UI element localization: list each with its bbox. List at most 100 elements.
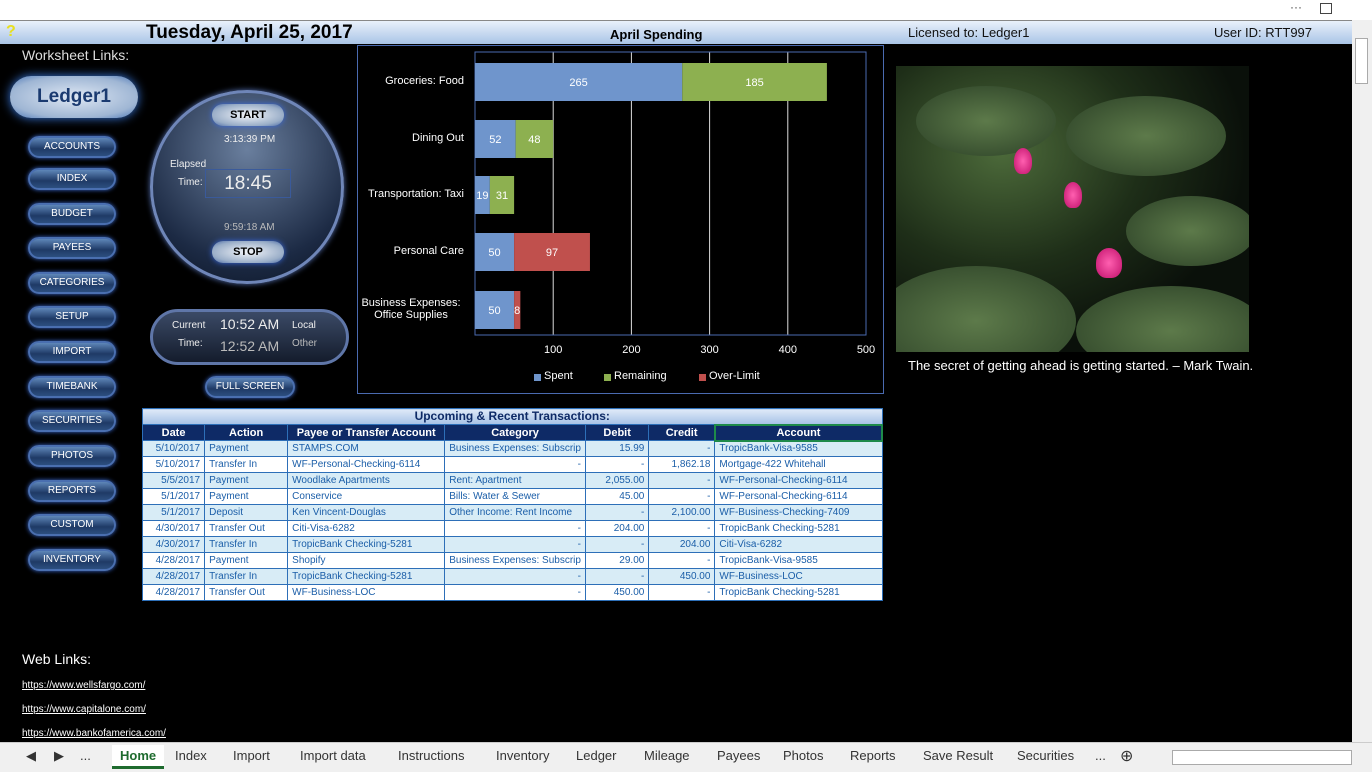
column-header[interactable]: Credit: [648, 424, 716, 441]
table-cell[interactable]: 29.00: [584, 552, 650, 569]
tab-import-data[interactable]: Import data: [300, 748, 366, 763]
nav-setup-button[interactable]: SETUP: [28, 306, 116, 328]
tab-home[interactable]: Home: [112, 745, 165, 769]
more-tabs-right[interactable]: ...: [1095, 748, 1106, 763]
table-cell[interactable]: 5/10/2017: [141, 456, 206, 473]
tab-import[interactable]: Import: [233, 748, 270, 763]
column-header[interactable]: Debit: [584, 424, 650, 441]
tab-securities[interactable]: Securities: [1017, 748, 1074, 763]
nav-budget-button[interactable]: BUDGET: [28, 203, 116, 225]
nav-reports-button[interactable]: REPORTS: [28, 480, 116, 502]
table-cell[interactable]: -: [584, 456, 650, 473]
table-cell[interactable]: Bills: Water & Sewer: [444, 488, 586, 505]
nav-timebank-button[interactable]: TIMEBANK: [28, 376, 116, 398]
table-cell[interactable]: Citi-Visa-6282: [287, 520, 446, 537]
table-cell[interactable]: WF-Personal-Checking-6114: [714, 472, 883, 489]
column-header[interactable]: Account: [713, 423, 884, 442]
table-cell[interactable]: 5/10/2017: [141, 440, 206, 457]
table-cell[interactable]: -: [648, 584, 716, 601]
nav-categories-button[interactable]: CATEGORIES: [28, 272, 116, 294]
table-cell[interactable]: Woodlake Apartments: [287, 472, 446, 489]
column-header[interactable]: Date: [141, 424, 206, 441]
table-cell[interactable]: -: [648, 440, 716, 457]
scroll-thumb[interactable]: [1355, 38, 1368, 84]
table-cell[interactable]: Ken Vincent-Douglas: [287, 504, 446, 521]
nav-custom-button[interactable]: CUSTOM: [28, 514, 116, 536]
table-cell[interactable]: Mortgage-422 Whitehall: [714, 456, 883, 473]
column-header[interactable]: Action: [204, 424, 289, 441]
full-screen-button[interactable]: FULL SCREEN: [205, 376, 295, 398]
tab-inventory[interactable]: Inventory: [496, 748, 549, 763]
table-cell[interactable]: 4/30/2017: [141, 536, 206, 553]
table-cell[interactable]: -: [444, 520, 586, 537]
tab-photos[interactable]: Photos: [783, 748, 823, 763]
table-cell[interactable]: TropicBank Checking-5281: [287, 568, 446, 585]
nav-securities-button[interactable]: SECURITIES: [28, 410, 116, 432]
web-link-bankofamerica[interactable]: https://www.bankofamerica.com/: [22, 728, 166, 739]
table-cell[interactable]: Transfer Out: [204, 520, 289, 537]
table-cell[interactable]: Payment: [204, 440, 289, 457]
table-cell[interactable]: Transfer Out: [204, 584, 289, 601]
table-cell[interactable]: -: [444, 568, 586, 585]
table-cell[interactable]: 5/1/2017: [141, 504, 206, 521]
web-link-wellsfargo[interactable]: https://www.wellsfargo.com/: [22, 680, 145, 691]
table-cell[interactable]: WF-Business-LOC: [287, 584, 446, 601]
table-cell[interactable]: -: [584, 536, 650, 553]
table-cell[interactable]: -: [444, 456, 586, 473]
table-cell[interactable]: Transfer In: [204, 568, 289, 585]
table-cell[interactable]: WF-Business-Checking-7409: [714, 504, 883, 521]
table-cell[interactable]: -: [648, 552, 716, 569]
table-cell[interactable]: Deposit: [204, 504, 289, 521]
column-header[interactable]: Payee or Transfer Account: [287, 424, 446, 441]
table-cell[interactable]: TropicBank-Visa-9585: [714, 440, 883, 457]
table-cell[interactable]: -: [648, 488, 716, 505]
table-cell[interactable]: 204.00: [648, 536, 716, 553]
tab-index[interactable]: Index: [175, 748, 207, 763]
web-link-capitalone[interactable]: https://www.capitalone.com/: [22, 704, 146, 715]
nav-payees-button[interactable]: PAYEES: [28, 237, 116, 259]
table-cell[interactable]: 4/28/2017: [141, 552, 206, 569]
start-button[interactable]: START: [212, 104, 284, 126]
tab-mileage[interactable]: Mileage: [644, 748, 690, 763]
table-cell[interactable]: Rent: Apartment: [444, 472, 586, 489]
table-cell[interactable]: STAMPS.COM: [287, 440, 446, 457]
table-cell[interactable]: Business Expenses: Subscrip: [444, 440, 586, 457]
nav-photos-button[interactable]: PHOTOS: [28, 445, 116, 467]
nav-accounts-button[interactable]: ACCOUNTS: [28, 136, 116, 158]
tab-ledger[interactable]: Ledger: [576, 748, 616, 763]
nav-import-button[interactable]: IMPORT: [28, 341, 116, 363]
table-cell[interactable]: -: [648, 472, 716, 489]
prev-sheet-icon[interactable]: ◀: [26, 748, 36, 764]
table-cell[interactable]: 450.00: [648, 568, 716, 585]
table-cell[interactable]: Payment: [204, 472, 289, 489]
table-cell[interactable]: Payment: [204, 488, 289, 505]
table-cell[interactable]: Other Income: Rent Income: [444, 504, 586, 521]
table-cell[interactable]: 1,862.18: [648, 456, 716, 473]
column-header[interactable]: Category: [444, 424, 586, 441]
table-cell[interactable]: 4/28/2017: [141, 584, 206, 601]
tab-reports[interactable]: Reports: [850, 748, 896, 763]
table-cell[interactable]: Business Expenses: Subscrip: [444, 552, 586, 569]
table-cell[interactable]: 2,100.00: [648, 504, 716, 521]
stop-button[interactable]: STOP: [212, 241, 284, 263]
table-cell[interactable]: -: [584, 568, 650, 585]
nav-inventory-button[interactable]: INVENTORY: [28, 549, 116, 571]
table-cell[interactable]: Citi-Visa-6282: [714, 536, 883, 553]
table-cell[interactable]: 4/30/2017: [141, 520, 206, 537]
table-cell[interactable]: Shopify: [287, 552, 446, 569]
table-cell[interactable]: TropicBank-Visa-9585: [714, 552, 883, 569]
table-cell[interactable]: -: [648, 520, 716, 537]
table-cell[interactable]: Conservice: [287, 488, 446, 505]
table-cell[interactable]: 5/1/2017: [141, 488, 206, 505]
ledger-logo-button[interactable]: Ledger1: [10, 76, 138, 118]
table-cell[interactable]: WF-Personal-Checking-6114: [714, 488, 883, 505]
table-cell[interactable]: -: [444, 584, 586, 601]
nav-index-button[interactable]: INDEX: [28, 168, 116, 190]
tab-payees[interactable]: Payees: [717, 748, 760, 763]
horizontal-scrollbar[interactable]: [1172, 750, 1352, 765]
tab-instructions[interactable]: Instructions: [398, 748, 464, 763]
table-cell[interactable]: TropicBank Checking-5281: [287, 536, 446, 553]
table-cell[interactable]: TropicBank Checking-5281: [714, 584, 883, 601]
table-cell[interactable]: Payment: [204, 552, 289, 569]
table-cell[interactable]: Transfer In: [204, 456, 289, 473]
